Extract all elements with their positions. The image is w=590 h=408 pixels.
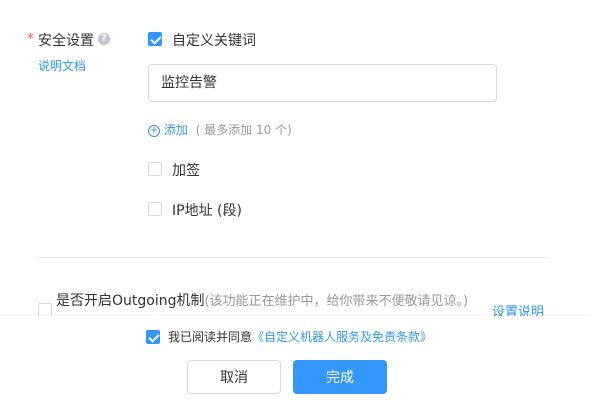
sign-label: 加签 xyxy=(172,163,200,179)
custom-keyword-checkbox[interactable] xyxy=(148,32,162,46)
outgoing-label: 是否开启Outgoing机制 xyxy=(56,293,205,309)
ip-checkbox[interactable] xyxy=(148,202,162,216)
add-keyword-button[interactable]: 添加 xyxy=(164,123,188,137)
question-circle-icon[interactable]: ? xyxy=(98,33,110,45)
outgoing-row: 是否开启Outgoing机制(该功能正在维护中，给你带来不便敬请见谅。) xyxy=(56,290,476,312)
outgoing-checkbox[interactable] xyxy=(38,303,52,317)
agreement-link[interactable]: 《自定义机器人服务及免责条款》 xyxy=(252,330,432,344)
agreement-text: 我已阅读并同意 xyxy=(168,330,253,344)
doc-link[interactable]: 说明文档 xyxy=(38,57,86,74)
agreement-row: 我已阅读并同意《自定义机器人服务及免责条款》 xyxy=(168,328,432,345)
cancel-button[interactable]: 取消 xyxy=(187,360,281,394)
agreement-checkbox[interactable] xyxy=(146,330,160,344)
dialog-footer: 我已阅读并同意《自定义机器人服务及免责条款》 取消 完成 xyxy=(0,316,590,408)
security-settings-label: 安全设置 xyxy=(38,33,94,49)
add-keyword-hint: ( 最多添加 10 个) xyxy=(195,123,292,137)
add-circle-icon: + xyxy=(148,124,160,137)
ip-label: IP地址 (段) xyxy=(172,203,242,219)
add-keyword-row[interactable]: + 添加 ( 最多添加 10 个) xyxy=(148,121,292,138)
custom-keyword-label: 自定义关键词 xyxy=(172,33,256,49)
finish-button[interactable]: 完成 xyxy=(293,360,387,394)
outgoing-hint: (该功能正在维护中，给你带来不便敬请见谅。) xyxy=(204,294,469,309)
keyword-input[interactable]: 监控告警 xyxy=(148,64,497,102)
section-divider xyxy=(38,257,548,258)
required-mark: * xyxy=(27,31,34,47)
sign-checkbox[interactable] xyxy=(148,162,162,176)
